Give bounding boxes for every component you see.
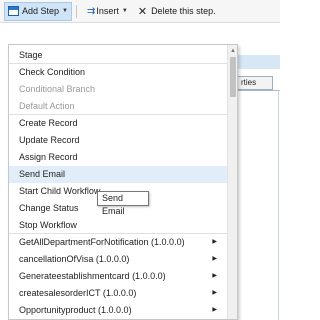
toolbar-separator (75, 4, 77, 18)
caret-down-icon: ▼ (62, 8, 68, 14)
menu-item-send-email[interactable]: Send Email (9, 166, 229, 183)
chevron-right-icon: ▶ (212, 239, 217, 245)
menu-item-custom-workflow[interactable]: GetAllDepartmentForNotification (1.0.0.0… (9, 234, 229, 251)
menu-item-custom-workflow[interactable]: cancellationOfVisa (1.0.0.0) ▶ (9, 251, 229, 268)
chevron-right-icon: ▶ (212, 256, 217, 262)
add-step-dropdown-menu: Stage Check Condition Conditional Branch… (8, 44, 238, 320)
add-step-button[interactable]: Add Step ▼ (4, 1, 72, 21)
menu-item-custom-workflow[interactable]: Opportunityproduct (1.0.0.0) ▶ (9, 302, 229, 319)
properties-tab[interactable]: rties (237, 76, 273, 90)
add-step-icon (8, 6, 19, 16)
chevron-right-icon: ▶ (212, 273, 217, 279)
menu-item-stop-workflow[interactable]: Stop Workflow (9, 217, 229, 234)
menu-item-update-record[interactable]: Update Record (9, 132, 229, 149)
scroll-up-icon[interactable]: ▲ (228, 47, 237, 55)
chevron-right-icon: ▶ (212, 290, 217, 296)
menu-item-default-action: Default Action (9, 98, 229, 115)
delete-step-button[interactable]: ✕ Delete this step. (134, 2, 220, 21)
menu-item-custom-workflow[interactable]: Generateestablishmentcard (1.0.0.0) ▶ (9, 268, 229, 285)
menu-item-create-record[interactable]: Create Record (9, 115, 229, 132)
toolbar: Add Step ▼ ⇉ Insert ▼ ✕ Delete this step… (0, 0, 280, 23)
caret-down-icon: ▼ (121, 8, 128, 14)
menu-item-custom-workflow[interactable]: createsalesorderICT (1.0.0.0) ▶ (9, 285, 229, 302)
menu-item-stage[interactable]: Stage (9, 47, 229, 64)
menu-item-conditional-branch: Conditional Branch (19, 84, 96, 94)
insert-label: Insert (96, 6, 119, 16)
scrollbar-thumb[interactable] (230, 57, 236, 97)
insert-icon: ⇉ (86, 5, 95, 17)
tooltip: Send Email (97, 191, 149, 216)
chevron-right-icon: ▶ (212, 307, 217, 313)
menu-item-check-condition[interactable]: Check Condition (9, 64, 229, 81)
menu-list: Stage Check Condition Conditional Branch… (9, 45, 229, 319)
insert-button[interactable]: ⇉ Insert ▼ (83, 2, 132, 21)
menu-scrollbar[interactable]: ▲ (227, 45, 237, 319)
canvas-right-border (278, 90, 279, 320)
delete-step-label: Delete this step. (151, 6, 216, 16)
menu-item-assign-record[interactable]: Assign Record (9, 149, 229, 166)
delete-x-icon: ✕ (137, 4, 148, 18)
add-step-label: Add Step (22, 6, 60, 16)
